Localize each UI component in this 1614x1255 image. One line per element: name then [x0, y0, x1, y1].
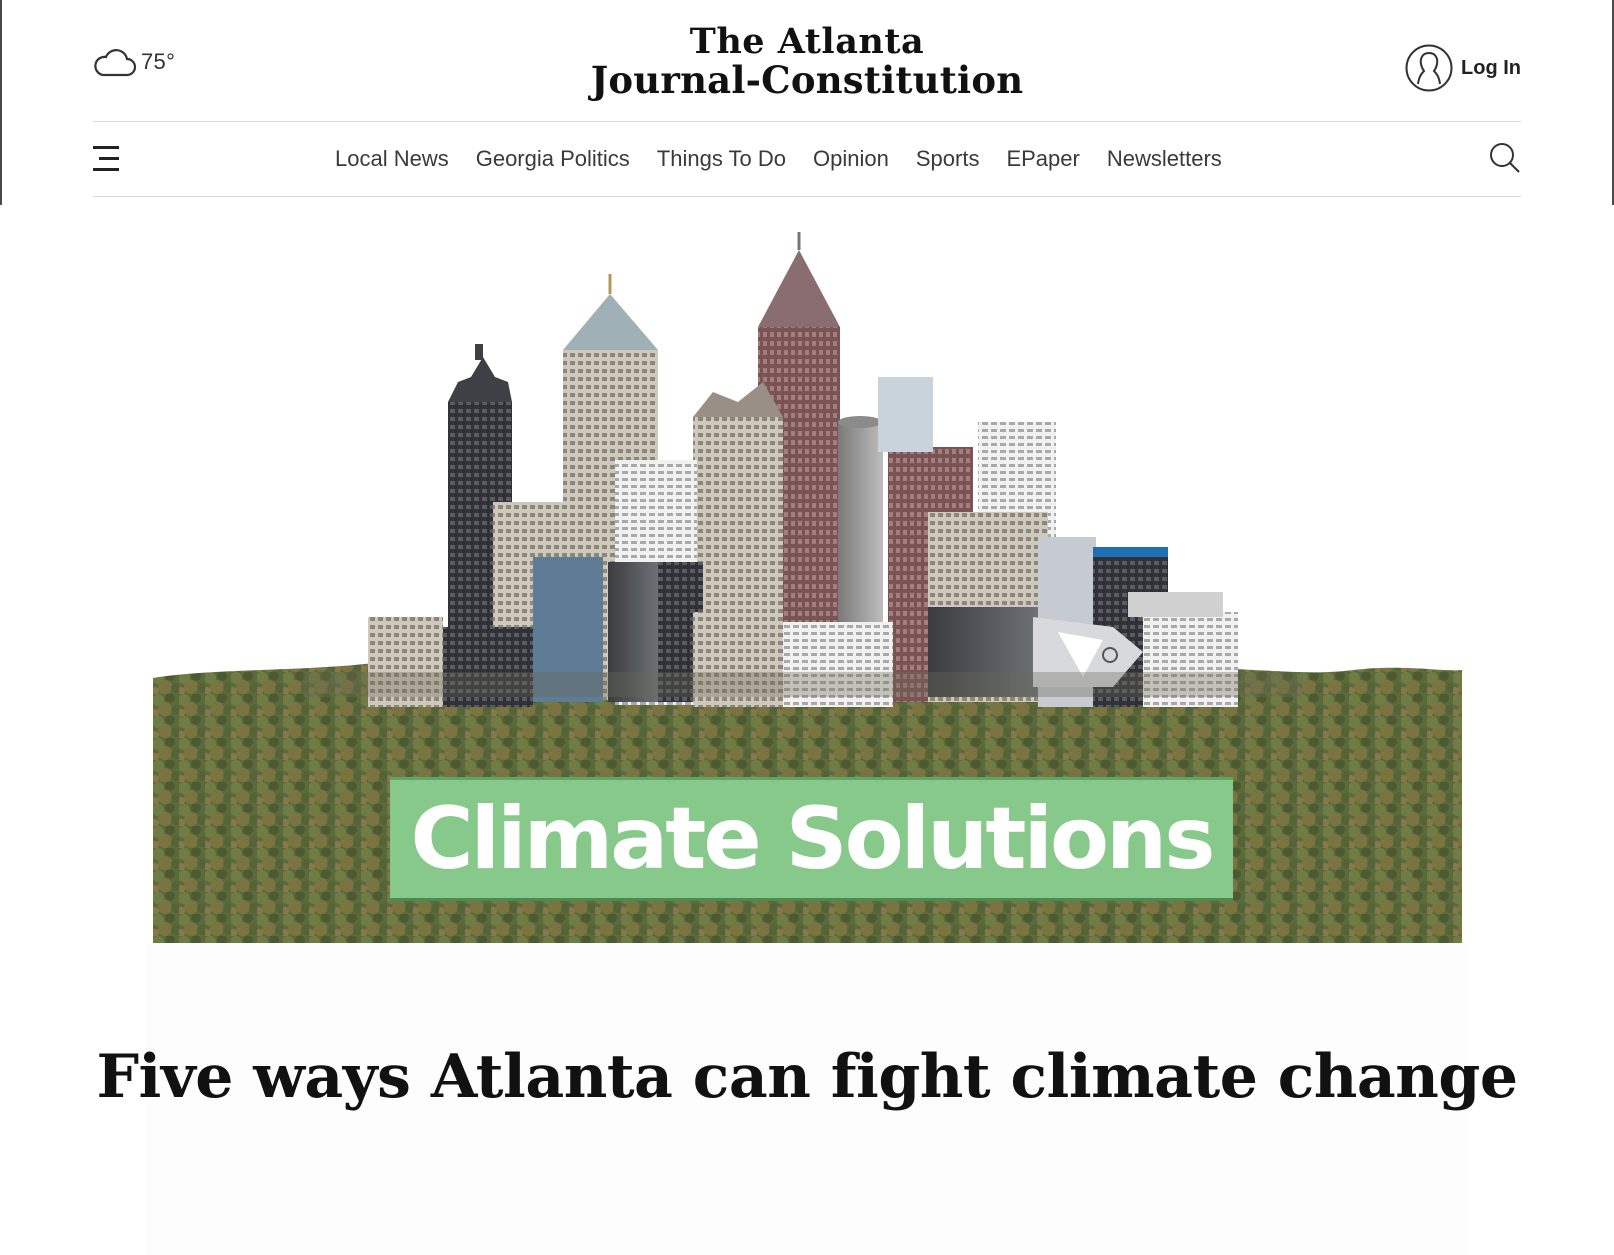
login-button[interactable]: Log In — [1405, 44, 1521, 92]
article-headline[interactable]: Five ways Atlanta can fight climate chan… — [0, 1042, 1614, 1112]
nav-link-local-news[interactable]: Local News — [335, 146, 449, 172]
cloud-icon — [94, 49, 137, 77]
site-logo[interactable]: The Atlanta Journal-Constitution — [590, 21, 1024, 102]
hamburger-menu-icon — [93, 146, 119, 171]
nav-link-opinion[interactable]: Opinion — [813, 146, 889, 172]
temperature: 75° — [141, 49, 176, 74]
search-button[interactable] — [1489, 142, 1521, 179]
hero-banner[interactable]: Climate Solutions — [153, 232, 1462, 943]
main-nav: Local News Georgia Politics Things To Do… — [93, 122, 1521, 197]
menu-button[interactable] — [93, 144, 123, 179]
login-label: Log In — [1461, 56, 1521, 79]
window-edge-left — [0, 0, 2, 205]
nav-link-sports[interactable]: Sports — [916, 146, 980, 172]
weather-widget[interactable]: 75° — [93, 46, 175, 78]
search-icon — [1490, 143, 1520, 173]
nav-link-georgia-politics[interactable]: Georgia Politics — [476, 146, 630, 172]
nav-links: Local News Georgia Politics Things To Do… — [335, 122, 1222, 196]
hero-title-banner: Climate Solutions — [390, 777, 1233, 901]
logo-line-2: Journal-Constitution — [590, 57, 1024, 102]
nav-link-newsletters[interactable]: Newsletters — [1107, 146, 1222, 172]
nav-link-epaper[interactable]: EPaper — [1006, 146, 1079, 172]
logo-line-1: The Atlanta — [689, 21, 925, 62]
nav-link-things-to-do[interactable]: Things To Do — [657, 146, 786, 172]
user-icon — [1405, 44, 1453, 92]
hero-title: Climate Solutions — [410, 789, 1216, 889]
site-header: 75° The Atlanta Journal-Constitution Log… — [93, 0, 1521, 122]
